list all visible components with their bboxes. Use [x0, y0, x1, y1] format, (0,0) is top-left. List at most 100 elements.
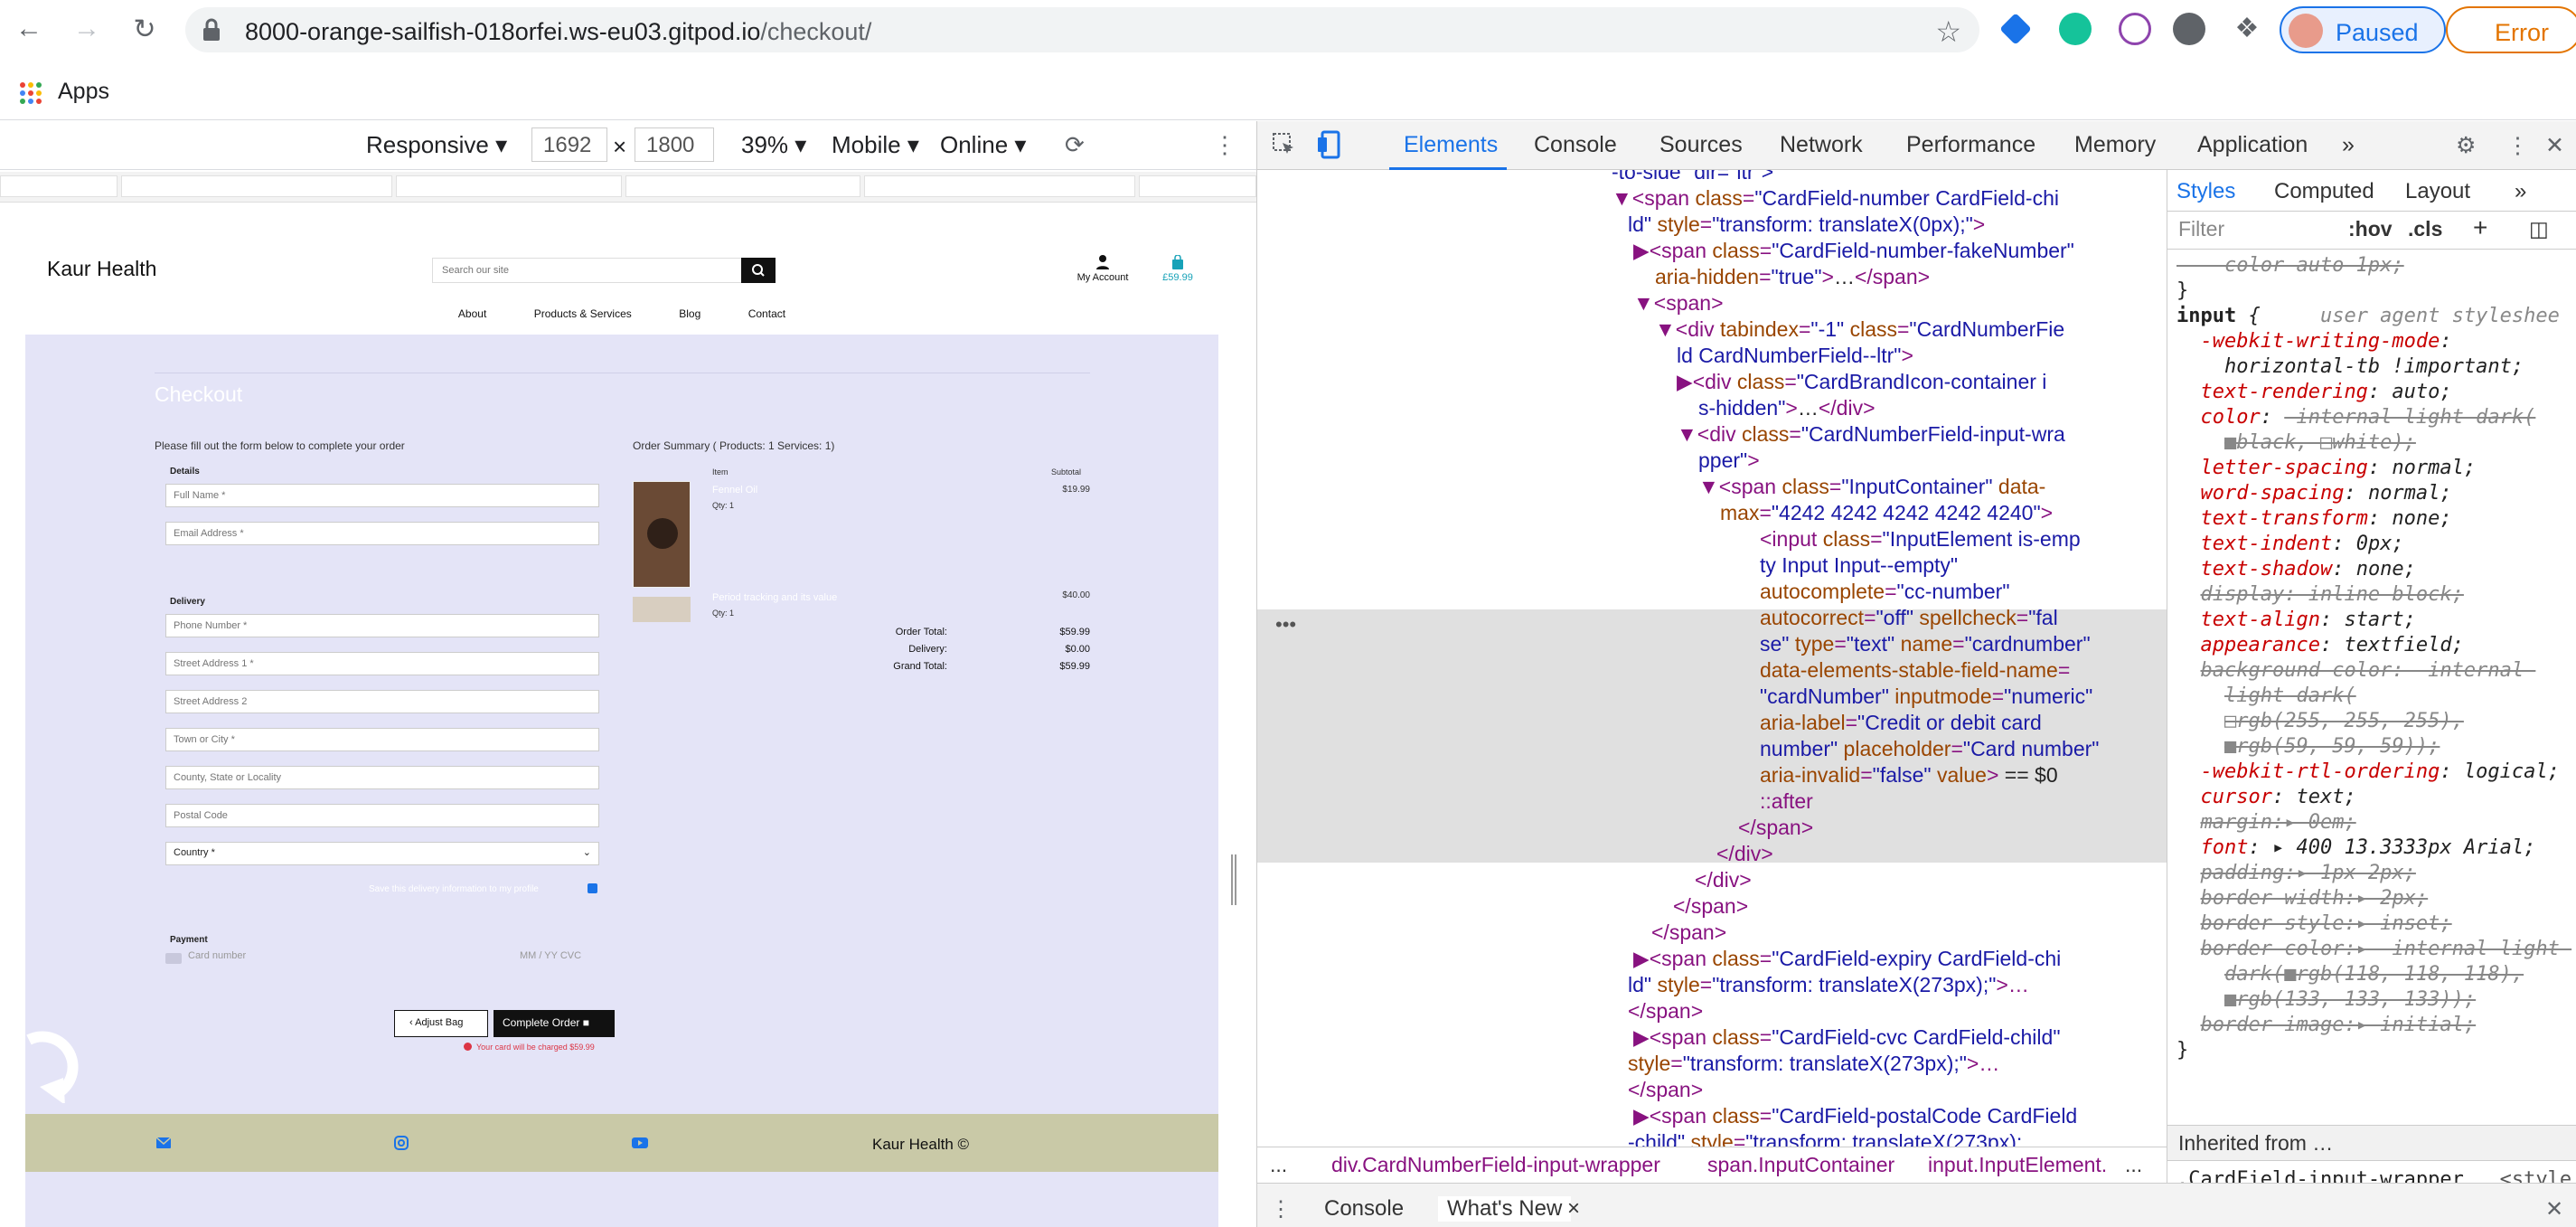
tab-memory[interactable]: Memory [2074, 132, 2156, 158]
email-field[interactable] [165, 522, 599, 545]
complete-order-button[interactable]: Complete Order ■ [494, 1010, 615, 1037]
dom-line[interactable]: "cardNumber" inputmode="numeric" [1760, 684, 2092, 710]
dom-line[interactable]: data-elements-stable-field-name= [1760, 657, 2070, 684]
country-select[interactable]: Country * ⌄ [165, 842, 599, 865]
dom-line[interactable]: ▼<div tabindex="-1" class="CardNumberFie [1655, 316, 2064, 343]
dom-line[interactable]: se" type="text" name="cardnumber" [1760, 631, 2091, 657]
card-number-input[interactable]: Card number [188, 950, 246, 961]
bookmark-star-icon[interactable]: ☆ [1935, 14, 1961, 49]
close-icon[interactable]: ✕ [2545, 132, 2564, 159]
breadcrumb-more-right[interactable]: ... [2125, 1153, 2142, 1177]
phone-field[interactable] [165, 614, 599, 637]
dom-line[interactable]: ▶<span class="CardField-cvc CardField-ch… [1633, 1024, 2060, 1051]
dom-line[interactable]: style="transform: translateX(273px);">… [1628, 1051, 1999, 1077]
nav-products-services[interactable]: Products & Services [534, 307, 632, 320]
dom-line[interactable]: autocorrect="off" spellcheck="fal [1760, 605, 2058, 631]
county-field[interactable] [165, 766, 599, 789]
tab-application[interactable]: Application [2197, 132, 2308, 158]
ruler-segment[interactable] [396, 175, 622, 197]
ruler-segment[interactable] [0, 175, 118, 197]
device-mode-select[interactable]: Responsive ▾ [366, 131, 507, 159]
breadcrumb-item[interactable]: div.CardNumberField-input-wrapper [1331, 1153, 1660, 1177]
more-vert-icon[interactable]: ⋮ [1270, 1196, 1292, 1222]
more-vert-icon[interactable]: ⋮ [2506, 132, 2529, 159]
dom-line[interactable]: ▶<div class="CardBrandIcon-container i [1677, 369, 2046, 395]
town-field[interactable] [165, 728, 599, 751]
site-brand[interactable]: Kaur Health [47, 257, 156, 281]
dom-line[interactable]: ▼<span> [1633, 290, 1724, 316]
breadcrumb-item[interactable]: span.InputContainer [1707, 1153, 1894, 1177]
dom-line[interactable]: </span> [1673, 893, 1748, 920]
reload-icon[interactable]: ↻ [128, 13, 161, 45]
drawer-tab-console[interactable]: Console [1324, 1196, 1404, 1222]
dom-line[interactable]: </span> [1651, 920, 1726, 946]
close-tab-icon[interactable]: × [1567, 1196, 1580, 1222]
rotate-icon[interactable]: ⟳ [1065, 131, 1085, 159]
dom-line[interactable]: </div> [1716, 841, 1773, 867]
dom-line[interactable]: -to-side" dir="ltr"> [1612, 170, 1773, 185]
dom-line[interactable]: ▶<span class="CardField-expiry CardField… [1633, 946, 2061, 972]
tab-performance[interactable]: Performance [1906, 132, 2035, 158]
throttle-select[interactable]: Online ▾ [940, 131, 1026, 159]
site-search-input[interactable] [433, 259, 744, 282]
shopping-bag-link[interactable]: £59.99 [1151, 254, 1205, 283]
grammarly-icon[interactable] [2059, 13, 2092, 45]
tab-layout[interactable]: Layout [2405, 179, 2470, 204]
dom-line[interactable]: aria-hidden="true">…</span> [1655, 264, 1930, 290]
node-actions-dots[interactable]: ••• [1275, 613, 1296, 637]
device-toggle-icon[interactable] [1317, 130, 1344, 159]
dom-line[interactable]: autocomplete="cc-number" [1760, 579, 2010, 605]
dom-line[interactable]: ld CardNumberField--ltr"> [1677, 343, 1913, 369]
drawer-tab-whats-new[interactable]: What's New [1438, 1196, 1572, 1222]
dom-line[interactable]: ▶<span class="CardField-number-fakeNumbe… [1633, 238, 2074, 264]
forward-arrow-icon[interactable]: → [71, 13, 103, 45]
search-button[interactable] [741, 258, 776, 283]
full-name-field[interactable] [165, 484, 599, 507]
viewport-resize-handle[interactable] [1231, 854, 1236, 905]
dom-line[interactable]: ▼<div class="CardNumberField-input-wra [1677, 421, 2065, 448]
viewport-height-input[interactable]: 1800 [635, 127, 714, 162]
hov-toggle[interactable]: :hov [2348, 217, 2393, 241]
envelope-icon[interactable] [156, 1137, 171, 1148]
sidebar-toggle-icon[interactable]: ◫ [2529, 217, 2549, 241]
postal-code-field[interactable] [165, 804, 599, 827]
tab-network[interactable]: Network [1780, 132, 1863, 158]
dom-line[interactable]: ::after [1760, 788, 1813, 815]
ruler-segment[interactable] [625, 175, 860, 197]
ruler-segment[interactable] [864, 175, 1135, 197]
more-vert-icon[interactable]: ⋮ [1213, 131, 1236, 159]
dom-line[interactable]: ▼<span class="InputContainer" data- [1698, 474, 2045, 500]
profile-paused-button[interactable]: Paused [2280, 6, 2446, 53]
tab-console[interactable]: Console [1534, 132, 1617, 158]
add-rule-button[interactable]: + [2473, 213, 2487, 242]
viewport-width-input[interactable]: 1692 [531, 127, 607, 162]
dom-line[interactable]: aria-label="Credit or debit card [1760, 710, 2042, 736]
instagram-icon[interactable] [394, 1136, 409, 1150]
device-type-select[interactable]: Mobile ▾ [832, 131, 919, 159]
dom-line[interactable]: ty Input Input--empty" [1760, 552, 1958, 579]
dom-line[interactable]: -child" style="transform: translateX(273… [1628, 1129, 2022, 1147]
tab-elements[interactable]: Elements [1404, 132, 1498, 158]
dom-line[interactable]: <input class="InputElement is-emp [1760, 526, 2081, 552]
close-drawer-icon[interactable]: ✕ [2545, 1196, 2563, 1222]
ruler-segment[interactable] [121, 175, 392, 197]
gear-icon[interactable]: ⚙ [2456, 132, 2476, 159]
wappalyzer-icon[interactable] [2173, 13, 2205, 45]
street1-field[interactable] [165, 652, 599, 675]
adjust-bag-button[interactable]: ‹ Adjust Bag [394, 1010, 488, 1037]
cls-toggle[interactable]: .cls [2408, 217, 2442, 241]
my-account-link[interactable]: My Account [1067, 255, 1139, 283]
address-bar[interactable]: 8000-orange-sailfish-018orfei.ws-eu03.gi… [185, 7, 1979, 52]
street2-field[interactable] [165, 690, 599, 713]
apps-bookmark[interactable]: Apps [58, 79, 109, 105]
dom-line[interactable]: pper"> [1698, 448, 1760, 474]
dom-line[interactable]: ld" style="transform: translateX(273px);… [1628, 972, 2029, 998]
puzzle-extensions-icon[interactable]: ❖ [2231, 13, 2263, 45]
save-info-checkbox[interactable] [588, 883, 597, 893]
back-arrow-icon[interactable]: ← [13, 13, 45, 45]
dom-line[interactable]: max="4242 4242 4242 4242 4240"> [1720, 500, 2053, 526]
dom-line[interactable]: </span> [1628, 1077, 1703, 1103]
extension-hex-icon[interactable] [1999, 13, 2032, 45]
more-tabs-button[interactable]: » [2342, 132, 2355, 158]
dom-line[interactable]: </div> [1695, 867, 1752, 893]
